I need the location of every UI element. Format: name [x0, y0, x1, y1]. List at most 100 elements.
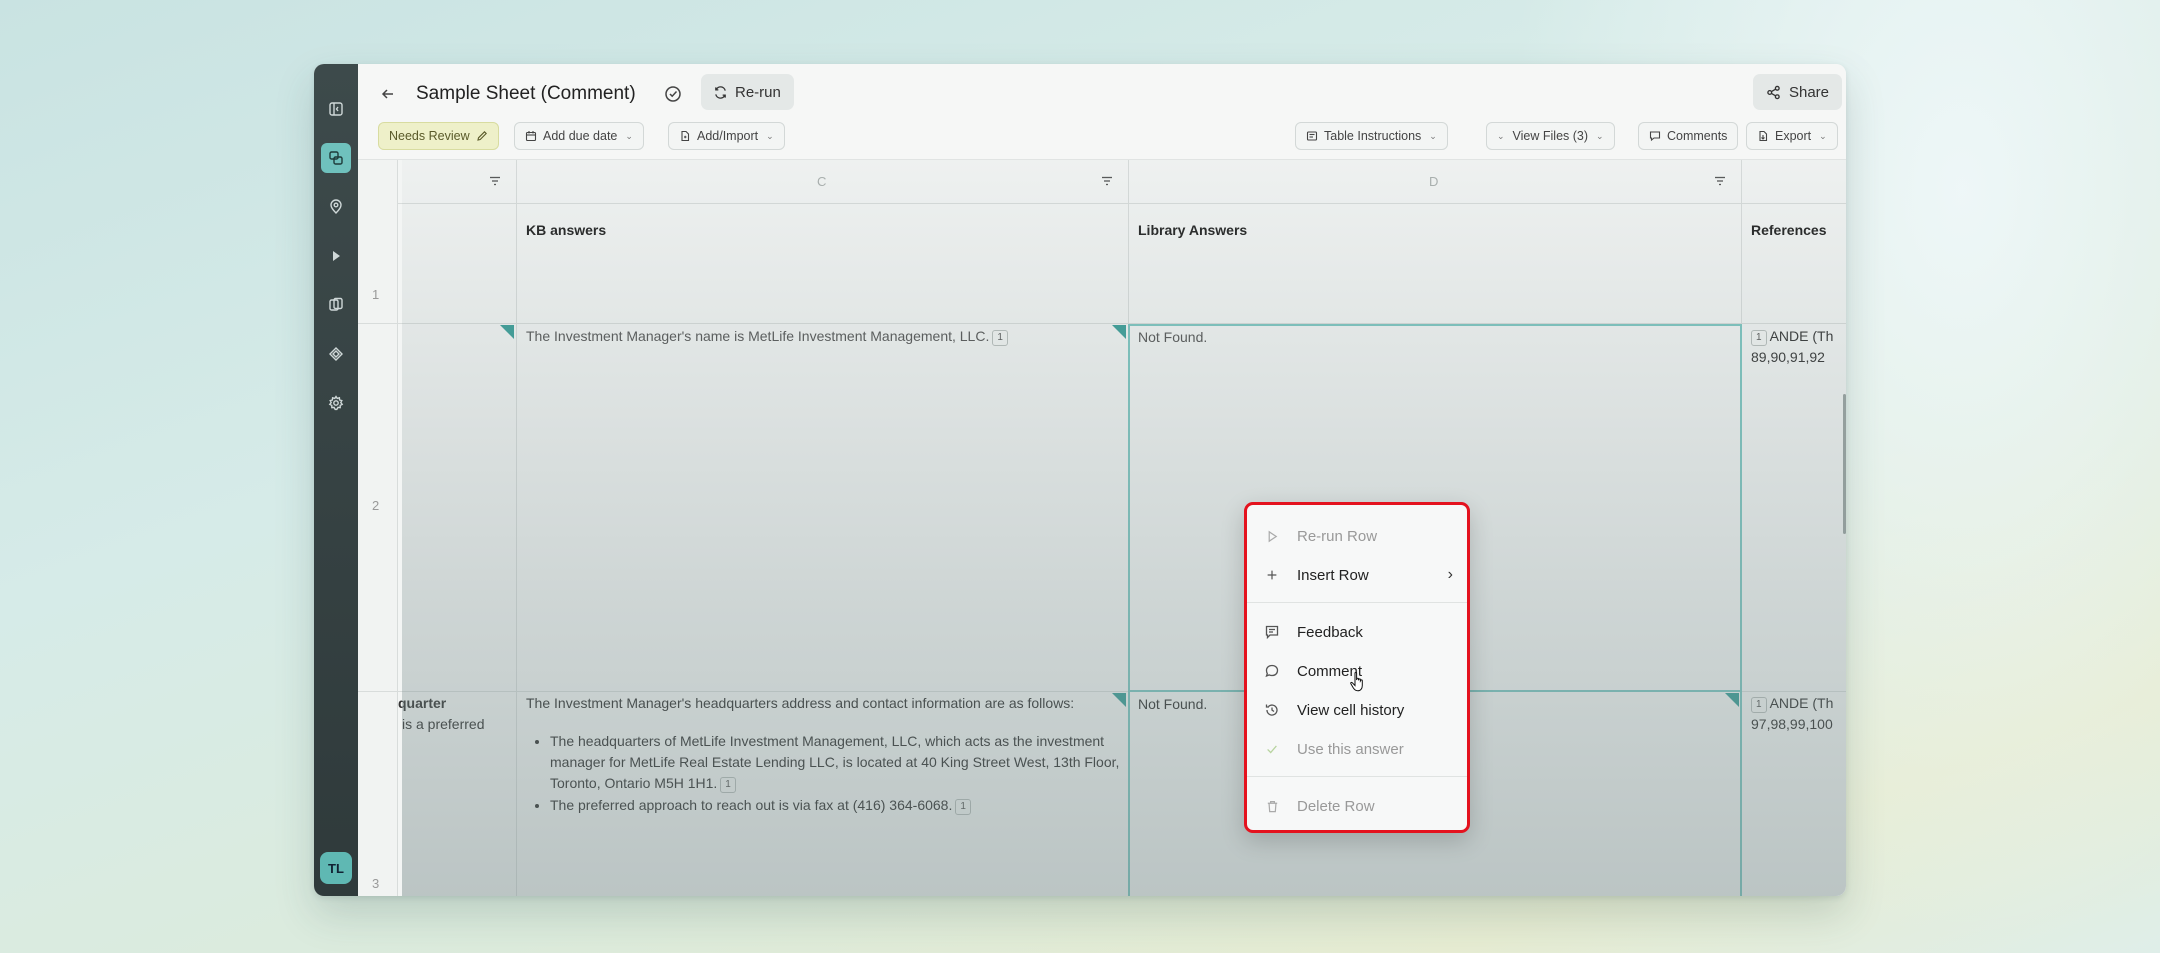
history-icon	[1263, 701, 1281, 719]
needs-review-button[interactable]: Needs Review	[378, 122, 499, 150]
chevron-down-icon: ⌄	[1596, 130, 1604, 141]
location-icon[interactable]	[321, 192, 351, 222]
menu-item-use-this-answer[interactable]: Use this answer	[1263, 734, 1455, 764]
menu-item-view-cell-history[interactable]: View cell history	[1263, 695, 1455, 725]
chevron-down-icon: ⌄	[625, 130, 633, 141]
menu-item-label: Re-run Row	[1297, 527, 1378, 545]
export-label: Export	[1775, 129, 1812, 143]
row-number[interactable]: 1	[372, 287, 379, 302]
documents-icon[interactable]	[321, 290, 351, 320]
plus-icon	[1263, 566, 1281, 584]
column-header-references[interactable]: References	[1751, 222, 1827, 238]
menu-item-label: View cell history	[1297, 701, 1405, 719]
share-label: Share	[1788, 83, 1829, 101]
sheets-icon[interactable]	[321, 143, 351, 173]
references-cell[interactable]: 1 ANDE (Th 97,98,99,100	[1751, 693, 1846, 735]
chevron-right-icon: ›	[1447, 566, 1453, 583]
reference-badge[interactable]: 1	[955, 799, 971, 815]
reference-pages: 89,90,91,92	[1751, 349, 1825, 365]
menu-item-label: Insert Row	[1297, 566, 1369, 584]
reference-text: ANDE (Th	[1769, 695, 1834, 711]
instructions-icon	[1306, 131, 1318, 141]
toolbar: Needs Review Add due date ⌄ Add/Import ⌄…	[378, 122, 1842, 152]
reference-badge[interactable]: 1	[1751, 697, 1767, 713]
vertical-scrollbar[interactable]	[1843, 394, 1846, 534]
file-icon	[681, 130, 690, 142]
left-rail: TL	[314, 64, 358, 896]
export-button[interactable]: Export ⌄	[1746, 122, 1838, 150]
column-header-kb-answers[interactable]: KB answers	[526, 222, 606, 238]
column-header-library-answers[interactable]: Library Answers	[1138, 222, 1247, 238]
add-import-label: Add/Import	[697, 129, 759, 143]
diamond-icon[interactable]	[321, 339, 351, 369]
table-instructions-label: Table Instructions	[1324, 129, 1422, 143]
menu-item-label: Delete Row	[1297, 797, 1375, 815]
back-arrow-icon[interactable]	[376, 82, 400, 106]
rerun-button[interactable]: Re-run	[701, 74, 794, 110]
collapse-sidebar-icon[interactable]	[321, 94, 351, 124]
spreadsheet-grid: C D 1 KB answers Library Answers Referen…	[358, 160, 1846, 896]
settings-icon[interactable]	[321, 388, 351, 418]
comment-bubble-icon	[1649, 131, 1661, 142]
kb-answer-cell[interactable]: The Investment Manager's name is MetLife…	[526, 326, 1116, 347]
menu-item-feedback[interactable]: Feedback	[1263, 617, 1455, 647]
menu-item-label: Use this answer	[1297, 740, 1404, 758]
reference-badge[interactable]: 1	[720, 777, 736, 793]
top-bar: Sample Sheet (Comment) Re-run Share Need…	[358, 64, 1846, 160]
column-letter-c[interactable]: C	[817, 174, 826, 189]
reference-pages: 97,98,99,100	[1751, 716, 1833, 732]
filter-icon[interactable]	[488, 174, 502, 188]
user-avatar[interactable]: TL	[320, 852, 352, 884]
menu-item-insert-row[interactable]: Insert Row ›	[1263, 560, 1455, 590]
share-icon	[1767, 85, 1780, 99]
comments-label: Comments	[1667, 129, 1728, 143]
question-fragment-2: is a preferred	[402, 716, 485, 732]
references-cell[interactable]: 1 ANDE (Th 89,90,91,92	[1751, 326, 1846, 368]
play-icon	[1263, 527, 1281, 545]
comment-icon	[1263, 662, 1281, 680]
library-answer-cell[interactable]: Not Found.	[1138, 327, 1207, 348]
reference-badge[interactable]: 1	[992, 330, 1008, 346]
view-files-button[interactable]: ⌄ View Files (3) ⌄	[1486, 122, 1615, 150]
reference-badge[interactable]: 1	[1751, 330, 1767, 346]
column-header-row	[398, 160, 1846, 204]
column-divider	[516, 160, 517, 896]
refresh-icon	[715, 85, 726, 99]
menu-divider	[1247, 602, 1467, 603]
library-answer-cell[interactable]: Not Found.	[1138, 694, 1207, 715]
filter-icon[interactable]	[1100, 174, 1114, 188]
chevron-down-icon: ⌄	[766, 130, 774, 141]
table-instructions-button[interactable]: Table Instructions ⌄	[1295, 122, 1448, 150]
row-number[interactable]: 2	[372, 498, 379, 513]
check-circle-icon[interactable]	[661, 82, 685, 106]
chevron-down-icon: ⌄	[1497, 130, 1505, 141]
list-item: The headquarters of MetLife Investment M…	[550, 731, 1126, 794]
menu-item-rerun-row[interactable]: Re-run Row	[1263, 521, 1455, 551]
comments-button[interactable]: Comments	[1638, 122, 1739, 150]
cell-marker-icon	[1725, 693, 1739, 707]
question-cell-fragment[interactable]: quarter is a preferred	[398, 693, 514, 735]
hand-cursor-icon	[1350, 672, 1363, 692]
menu-item-delete-row[interactable]: Delete Row	[1263, 791, 1455, 821]
add-due-date-button[interactable]: Add due date ⌄	[514, 122, 644, 150]
column-letter-d[interactable]: D	[1429, 174, 1438, 189]
kb-answer-cell[interactable]: The Investment Manager's headquarters ad…	[526, 693, 1120, 714]
row-number[interactable]: 3	[372, 876, 379, 891]
row-context-menu: Re-run Row Insert Row › Feedback Comment…	[1244, 502, 1470, 833]
menu-item-label: Feedback	[1297, 623, 1363, 641]
trash-icon	[1263, 797, 1281, 815]
feedback-icon	[1263, 623, 1281, 641]
add-import-button[interactable]: Add/Import ⌄	[668, 122, 785, 150]
main-area: Sample Sheet (Comment) Re-run Share Need…	[358, 64, 1846, 896]
filter-icon[interactable]	[1713, 174, 1727, 188]
add-due-date-label: Add due date	[543, 129, 618, 143]
play-nav-icon[interactable]	[321, 241, 351, 271]
needs-review-label: Needs Review	[389, 129, 470, 143]
menu-divider	[1247, 776, 1467, 777]
calendar-icon	[525, 131, 537, 142]
chevron-down-icon: ⌄	[1819, 130, 1827, 141]
kb-answer-text: The Investment Manager's name is MetLife…	[526, 328, 990, 344]
question-fragment-1: quarter	[398, 695, 447, 711]
list-item: The preferred approach to reach out is v…	[550, 795, 1126, 816]
share-button[interactable]: Share	[1752, 74, 1842, 110]
